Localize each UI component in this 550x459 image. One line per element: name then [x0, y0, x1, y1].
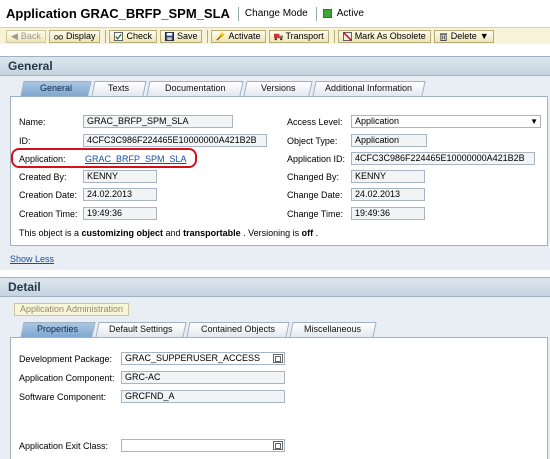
- change-date-field: 24.02.2013: [351, 188, 425, 201]
- chevron-down-icon: ▼: [530, 117, 538, 126]
- toolbar-separator: [105, 29, 107, 43]
- back-label: Back: [20, 31, 41, 41]
- transport-button[interactable]: Transport: [268, 29, 329, 43]
- delete-button[interactable]: Delete ▼: [433, 29, 494, 43]
- mode-indicator: Change Mode: [244, 8, 308, 19]
- creation-date-field: 24.02.2013: [83, 188, 157, 201]
- tab-properties[interactable]: Properties: [20, 322, 96, 337]
- tab-versions[interactable]: Versions: [243, 81, 313, 96]
- access-level-label: Access Level:: [287, 117, 343, 127]
- detail-tabs: Properties Default Settings Contained Ob…: [20, 322, 378, 337]
- delete-label: Delete: [450, 31, 477, 41]
- access-level-value: Application: [355, 116, 400, 126]
- check-icon: [114, 31, 124, 41]
- title-bar: Application GRAC_BRFP_SPM_SLA Change Mod…: [0, 0, 550, 28]
- object-info-text: This object is a customizing object and …: [19, 228, 319, 238]
- activate-label: Activate: [228, 31, 261, 41]
- detail-section: Application Administration Properties De…: [0, 297, 550, 459]
- general-section: General Texts Documentation Versions Add…: [0, 76, 550, 270]
- activate-button[interactable]: Activate: [211, 29, 266, 43]
- floppy-icon: [164, 31, 174, 41]
- change-date-label: Change Date:: [287, 190, 343, 200]
- tab-additional-information[interactable]: Additional Information: [312, 81, 426, 96]
- show-less-link[interactable]: Show Less: [10, 254, 54, 264]
- changed-by-label: Changed By:: [287, 172, 340, 182]
- tab-default-settings[interactable]: Default Settings: [95, 322, 187, 337]
- value-help-icon[interactable]: [273, 354, 283, 363]
- general-tabs: General Texts Documentation Versions Add…: [20, 81, 427, 96]
- change-time-field: 19:49:36: [351, 207, 425, 220]
- dropdown-arrow-icon: ▼: [479, 31, 489, 41]
- changed-by-field: KENNY: [351, 170, 425, 183]
- general-section-header[interactable]: General: [0, 56, 550, 76]
- back-arrow-icon: ◀: [11, 30, 18, 41]
- change-time-label: Change Time:: [287, 209, 344, 219]
- trash-icon: [439, 32, 447, 41]
- development-package-label: Development Package:: [19, 354, 113, 364]
- save-label: Save: [176, 31, 198, 41]
- status-label: Active: [336, 8, 364, 19]
- toolbar: ◀ Back Display Check Save Activate Trans…: [0, 28, 550, 44]
- application-exit-class-label: Application Exit Class:: [19, 441, 109, 451]
- created-by-label: Created By:: [19, 172, 67, 182]
- application-component-field: GRC-AC: [121, 371, 285, 384]
- detail-section-header[interactable]: Detail: [0, 277, 550, 297]
- application-component-label: Application Component:: [19, 373, 115, 383]
- access-level-select[interactable]: Application ▼: [351, 115, 541, 128]
- glasses-icon: [53, 34, 63, 40]
- id-field: 4CFC3C986F224465E10000000A421B2B: [83, 134, 267, 147]
- display-button[interactable]: Display: [48, 29, 101, 43]
- page-title: Application GRAC_BRFP_SPM_SLA: [6, 6, 230, 21]
- back-button[interactable]: ◀ Back: [6, 29, 46, 43]
- application-exit-class-field[interactable]: [121, 439, 285, 452]
- wand-icon: [216, 31, 226, 41]
- status-active-icon: [322, 9, 332, 18]
- object-type-label: Object Type:: [287, 136, 338, 146]
- check-button[interactable]: Check: [109, 29, 157, 43]
- software-component-field: GRCFND_A: [121, 390, 285, 403]
- id-label: ID:: [19, 136, 31, 146]
- title-separator: [315, 6, 317, 21]
- object-type-field: Application: [351, 134, 427, 147]
- tab-general[interactable]: General: [20, 81, 92, 96]
- creation-time-field: 19:49:36: [83, 207, 157, 220]
- toolbar-separator: [333, 29, 335, 43]
- general-tab-panel: Name: GRAC_BRFP_SPM_SLA ID: 4CFC3C986F22…: [10, 96, 548, 246]
- name-label: Name:: [19, 117, 46, 127]
- creation-date-label: Creation Date:: [19, 190, 78, 200]
- tab-texts[interactable]: Texts: [91, 81, 147, 96]
- value-help-icon[interactable]: [273, 441, 283, 450]
- title-separator: [237, 6, 239, 21]
- name-field: GRAC_BRFP_SPM_SLA: [83, 115, 233, 128]
- created-by-field: KENNY: [83, 170, 157, 183]
- tab-documentation[interactable]: Documentation: [146, 81, 244, 96]
- transport-label: Transport: [285, 31, 324, 41]
- tab-contained-objects[interactable]: Contained Objects: [186, 322, 290, 337]
- application-administration-button[interactable]: Application Administration: [14, 303, 130, 316]
- truck-icon: [273, 33, 283, 40]
- application-id-field: 4CFC3C986F224465E10000000A421B2B: [351, 152, 535, 165]
- development-package-field[interactable]: GRAC_SUPPERUSER_ACCESS: [121, 352, 285, 365]
- check-label: Check: [126, 31, 152, 41]
- mark-obsolete-button[interactable]: Mark As Obsolete: [337, 29, 431, 43]
- save-button[interactable]: Save: [159, 29, 203, 43]
- highlight-annotation: [11, 148, 197, 168]
- toolbar-separator: [207, 29, 209, 43]
- mark-obsolete-label: Mark As Obsolete: [354, 31, 426, 41]
- application-id-label: Application ID:: [287, 154, 346, 164]
- creation-time-label: Creation Time:: [19, 209, 78, 219]
- obsolete-icon: [342, 31, 352, 41]
- software-component-label: Software Component:: [19, 392, 107, 402]
- display-label: Display: [65, 31, 96, 41]
- development-package-value: GRAC_SUPPERUSER_ACCESS: [125, 353, 261, 363]
- detail-tab-panel: Development Package: GRAC_SUPPERUSER_ACC…: [10, 337, 548, 459]
- tab-miscellaneous[interactable]: Miscellaneous: [289, 322, 377, 337]
